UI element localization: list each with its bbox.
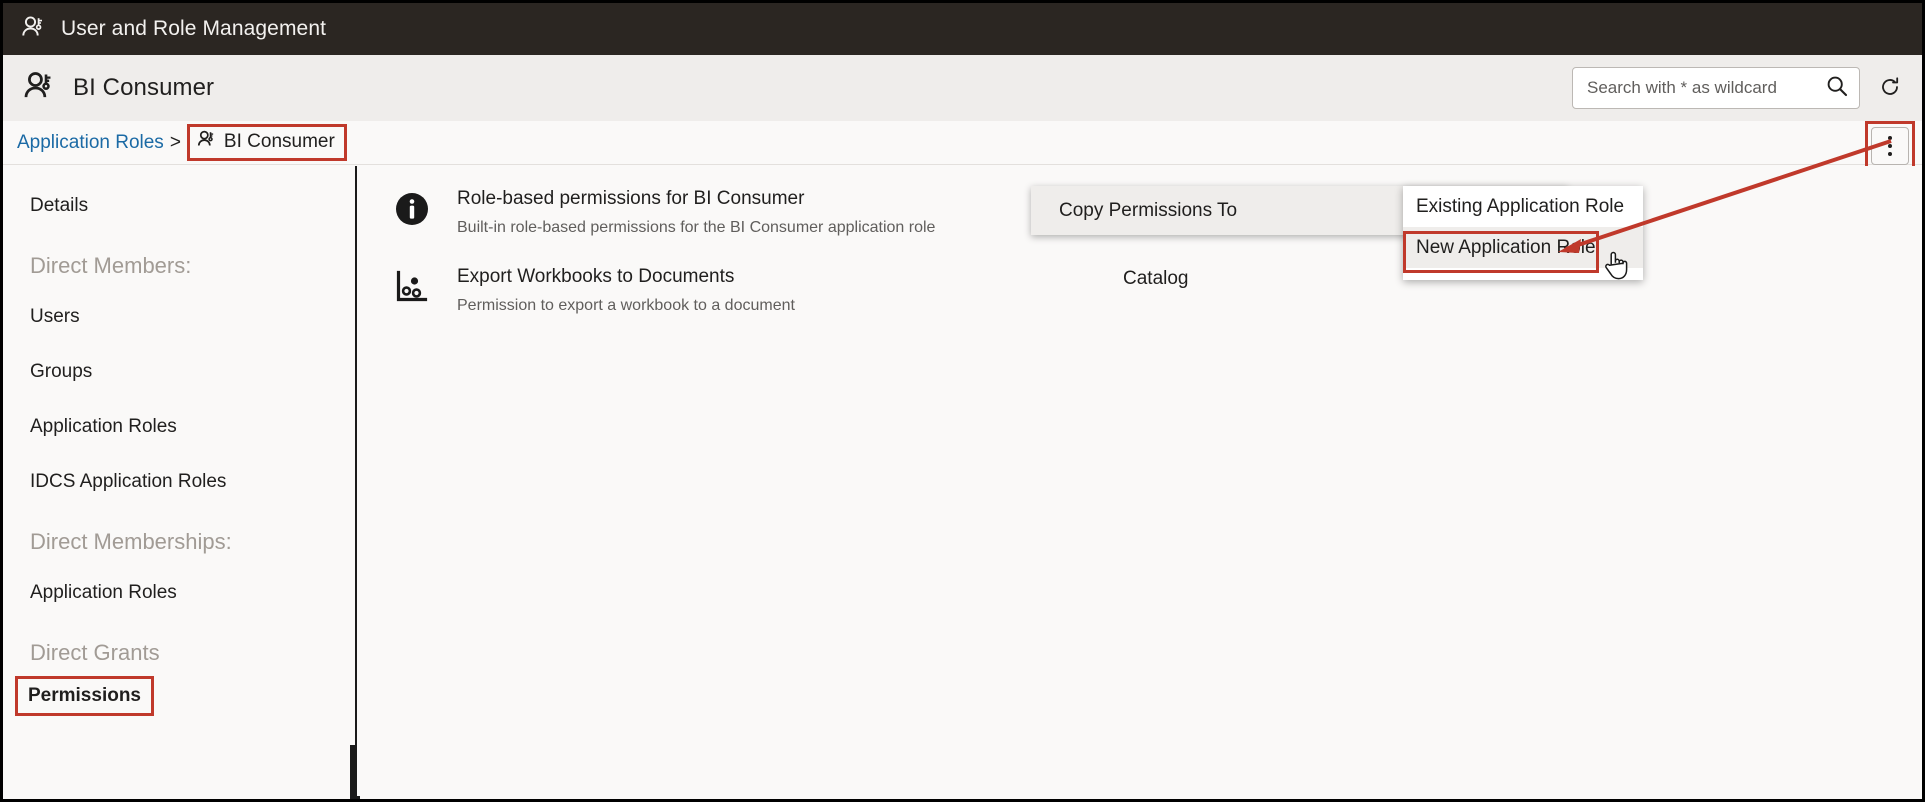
header-actions (1572, 55, 1910, 121)
more-actions-button[interactable] (1871, 127, 1909, 165)
permission-scope: Catalog (1123, 268, 1189, 289)
sidebar-item-memberships-application-roles[interactable]: Application Roles (3, 565, 355, 620)
page-root: User and Role Management BI Consumer Sea… (0, 0, 1925, 802)
permissions-list: Role-based permissions for BI Consumer B… (357, 166, 1919, 796)
sidebar-item-users[interactable]: Users (3, 289, 355, 344)
sidebar-item-application-roles[interactable]: Application Roles (3, 399, 355, 454)
permission-description: Built-in role-based permissions for the … (457, 219, 936, 236)
page-title: BI Consumer (73, 74, 215, 101)
sidebar-group-direct-grants: Direct Grants (30, 640, 160, 665)
menu-item-existing-application-role[interactable]: Existing Application Role (1403, 186, 1643, 227)
permission-description: Permission to export a workbook to a doc… (457, 297, 795, 314)
menu-item-label: Copy Permissions To (1059, 199, 1238, 221)
breadcrumb-current[interactable]: BI Consumer (186, 124, 347, 161)
breadcrumb-separator: > (169, 131, 181, 153)
scatter-chart-icon (389, 264, 435, 304)
more-vertical-icon (1888, 136, 1892, 156)
permission-title: Role-based permissions for BI Consumer (457, 188, 805, 209)
sidebar-group-direct-members: Direct Members: (30, 253, 192, 278)
info-icon (389, 186, 435, 226)
list-item[interactable]: Export Workbooks to Documents Permission… (357, 264, 1919, 350)
search-icon[interactable] (1825, 74, 1849, 103)
user-role-icon (197, 129, 217, 155)
refresh-button[interactable] (1870, 68, 1910, 108)
sidebar-item-groups[interactable]: Groups (3, 344, 355, 399)
app-title: User and Role Management (61, 17, 327, 40)
sidebar-group-direct-memberships: Direct Memberships: (30, 529, 232, 554)
breadcrumb-parent-link[interactable]: Application Roles (17, 132, 164, 154)
menu-item-new-application-role[interactable]: New Application Role (1403, 227, 1643, 268)
refresh-icon (1878, 75, 1902, 102)
search-input[interactable] (1587, 78, 1825, 98)
page-header: BI Consumer (3, 55, 1922, 121)
context-submenu: Existing Application Role New Applicatio… (1403, 186, 1643, 280)
breadcrumb: Application Roles > BI Consumer (3, 121, 1922, 165)
sidebar-item-idcs-application-roles[interactable]: IDCS Application Roles (3, 454, 355, 509)
search-box[interactable] (1572, 67, 1860, 109)
user-role-icon (23, 69, 57, 108)
sidebar-item-permissions[interactable]: Permissions (15, 676, 154, 716)
permission-title: Export Workbooks to Documents (457, 266, 735, 287)
sidebar-nav: Details Direct Members: Users Groups App… (3, 166, 355, 799)
breadcrumb-current-label: BI Consumer (223, 131, 335, 152)
app-top-bar: User and Role Management (3, 3, 1922, 55)
sidebar-item-details[interactable]: Details (3, 178, 355, 233)
actions-highlight-box (1865, 121, 1915, 171)
user-role-icon (21, 14, 47, 45)
